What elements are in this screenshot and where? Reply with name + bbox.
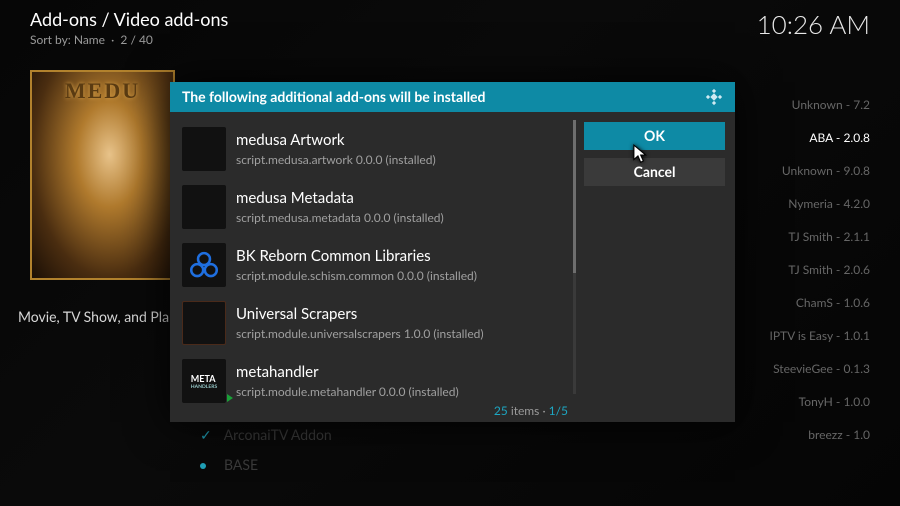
dep-name: metahandler [236, 363, 459, 381]
dep-meta: script.medusa.metadata 0.0.0 (installed) [236, 210, 444, 225]
scrollbar[interactable] [573, 120, 576, 394]
ok-button[interactable]: OK [584, 122, 725, 150]
sidebar-item[interactable]: IPTV is Easy - 1.0.1 [730, 319, 870, 352]
dep-meta: script.medusa.artwork 0.0.0 (installed) [236, 152, 436, 167]
dep-meta: script.module.metahandler 0.0.0 (install… [236, 384, 459, 399]
dep-meta: script.module.schism.common 0.0.0 (insta… [236, 268, 477, 283]
medusa-icon [182, 127, 226, 171]
sidebar-item[interactable]: Nymeria - 4.2.0 [730, 187, 870, 220]
install-deps-dialog: The following additional add-ons will be… [170, 82, 735, 422]
scrollbar-thumb[interactable] [573, 120, 576, 273]
sidebar-item[interactable]: Unknown - 9.0.8 [730, 154, 870, 187]
dep-item[interactable]: BK Reborn Common Libraries script.module.… [178, 236, 578, 294]
sidebar-item[interactable]: SteevieGee - 0.1.3 [730, 352, 870, 385]
dialog-title: The following additional add-ons will be… [182, 82, 485, 112]
dialog-status: 25 items · 1/5 [494, 403, 568, 418]
bk-icon [182, 243, 226, 287]
dep-item[interactable]: Universal Scrapers script.module.universa… [178, 294, 578, 352]
sort-by-label[interactable]: Sort by: Name [30, 32, 105, 47]
list-item[interactable]: ArconaiTV Addon [200, 420, 332, 450]
dep-name: medusa Metadata [236, 189, 444, 207]
clock: 10:26 AM [757, 8, 870, 40]
items-page: 1/5 [549, 403, 568, 418]
sidebar-item[interactable]: ABA - 2.0.8 [730, 121, 870, 154]
author-sidebar: Unknown - 7.2ABA - 2.0.8Unknown - 9.0.8N… [730, 88, 870, 451]
dep-name: Universal Scrapers [236, 305, 484, 323]
dep-item[interactable]: METAHANDLERS metahandler script.module.met… [178, 352, 578, 410]
items-count: 25 [494, 403, 508, 418]
dep-item[interactable]: medusa Artwork script.medusa.artwork 0.0.… [178, 120, 578, 178]
deps-list[interactable]: medusa Artwork script.medusa.artwork 0.0.… [170, 112, 578, 422]
cancel-button[interactable]: Cancel [584, 158, 725, 186]
sidebar-item[interactable]: TJ Smith - 2.0.6 [730, 253, 870, 286]
sort-info: Sort by: Name · 2 / 40 [30, 32, 228, 47]
breadcrumb: Add-ons / Video add-ons [30, 8, 228, 30]
pager: 2 / 40 [120, 32, 152, 47]
addon-tagline: Movie, TV Show, and Pla [18, 308, 169, 325]
list-item[interactable]: BASE [200, 450, 332, 479]
addon-list-partial: ArconaiTV AddonBASE [200, 420, 332, 479]
meta-icon: METAHANDLERS [182, 359, 226, 403]
kodi-logo-icon [705, 88, 723, 106]
dialog-titlebar: The following additional add-ons will be… [170, 82, 735, 112]
dep-meta: script.module.universalscrapers 1.0.0 (i… [236, 326, 484, 341]
addon-poster [30, 70, 175, 280]
dep-item[interactable]: medusa Metadata script.medusa.metadata 0.… [178, 178, 578, 236]
dep-name: medusa Artwork [236, 131, 436, 149]
sidebar-item[interactable]: breezz - 1.0 [730, 418, 870, 451]
sidebar-item[interactable]: TonyH - 1.0.0 [730, 385, 870, 418]
sidebar-item[interactable]: Unknown - 7.2 [730, 88, 870, 121]
medusa-icon [182, 185, 226, 229]
univ-icon [182, 301, 226, 345]
items-word: items [511, 403, 540, 418]
sidebar-item[interactable]: ChamS - 1.0.6 [730, 286, 870, 319]
sidebar-item[interactable]: TJ Smith - 2.1.1 [730, 220, 870, 253]
dep-name: BK Reborn Common Libraries [236, 247, 477, 265]
breadcrumb-area: Add-ons / Video add-ons Sort by: Name · … [30, 8, 228, 47]
